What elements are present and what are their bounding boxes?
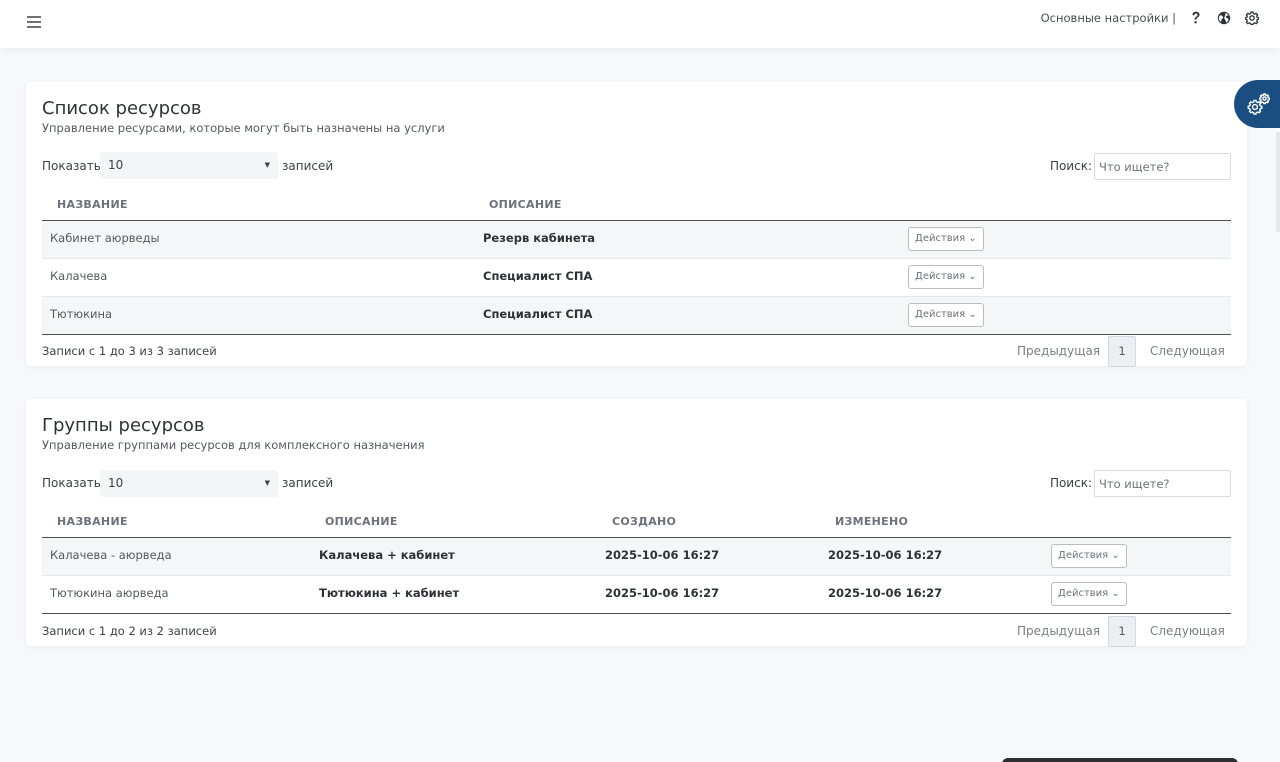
page-length-value: 10	[108, 476, 124, 490]
gears-icon	[1247, 93, 1270, 115]
length-label: Показать	[42, 159, 101, 173]
caret-down-icon: ⌄	[1111, 588, 1120, 599]
column-header-name[interactable]: НАЗВАНИЕ	[57, 198, 128, 211]
actions-dropdown-button[interactable]: Действия ⌄	[1051, 544, 1127, 568]
row-description: Специалист СПА	[483, 269, 593, 283]
globe-icon[interactable]	[1216, 10, 1232, 26]
groups-title: Группы ресурсов	[42, 415, 205, 436]
row-modified: 2025-10-06 16:27	[828, 586, 943, 600]
table-row: Тютюкина аюрведа Тютюкина + кабинет 2025…	[42, 576, 1231, 614]
chevron-down-icon: ▼	[264, 479, 270, 487]
search-input[interactable]	[1094, 153, 1231, 180]
actions-label: Действия	[1058, 550, 1109, 561]
row-description: Калачева + кабинет	[319, 548, 455, 562]
actions-label: Действия	[915, 233, 966, 244]
actions-dropdown-button[interactable]: Действия ⌄	[908, 265, 984, 289]
table-row: Калачева Специалист СПА Действия ⌄	[42, 259, 1231, 297]
row-name: Калачева - аюрведа	[50, 548, 172, 562]
bottom-toolbar-edge	[1002, 758, 1238, 762]
pagination-previous[interactable]: Предыдущая	[1017, 344, 1100, 358]
row-description: Резерв кабинета	[483, 231, 596, 245]
actions-dropdown-button[interactable]: Действия ⌄	[908, 303, 984, 327]
actions-label: Действия	[1058, 588, 1109, 599]
pagination-previous[interactable]: Предыдущая	[1017, 624, 1100, 638]
row-name: Калачева	[50, 269, 108, 283]
actions-dropdown-button[interactable]: Действия ⌄	[1051, 582, 1127, 606]
side-panel-edge	[1276, 132, 1280, 232]
row-created: 2025-10-06 16:27	[605, 548, 720, 562]
pagination-next[interactable]: Следующая	[1150, 624, 1225, 638]
column-header-description[interactable]: ОПИСАНИЕ	[489, 198, 562, 211]
resources-title: Список ресурсов	[42, 98, 202, 119]
table-header: НАЗВАНИЕ ОПИСАНИЕ	[42, 185, 1231, 221]
row-name: Тютюкина аюрведа	[50, 586, 169, 600]
column-header-created[interactable]: СОЗДАНО	[612, 515, 676, 528]
table-row: Тютюкина Специалист СПА Действия ⌄	[42, 297, 1231, 335]
table-header: НАЗВАНИЕ ОПИСАНИЕ СОЗДАНО ИЗМЕНЕНО	[42, 502, 1231, 538]
pagination-page[interactable]: 1	[1108, 616, 1136, 647]
resources-card: Список ресурсов Управление ресурсами, ко…	[26, 82, 1247, 367]
page-length-select[interactable]: 10 ▼	[100, 152, 278, 179]
caret-down-icon: ⌄	[1111, 550, 1120, 561]
row-modified: 2025-10-06 16:27	[828, 548, 943, 562]
row-description: Специалист СПА	[483, 307, 593, 321]
actions-dropdown-button[interactable]: Действия ⌄	[908, 227, 984, 251]
length-after-label: записей	[282, 159, 334, 173]
column-header-name[interactable]: НАЗВАНИЕ	[57, 515, 128, 528]
pagination-page[interactable]: 1	[1108, 336, 1136, 367]
resource-groups-card: Группы ресурсов Управление группами ресу…	[26, 399, 1247, 647]
resources-subtitle: Управление ресурсами, которые могут быть…	[42, 121, 445, 135]
search-label: Поиск:	[1049, 159, 1092, 173]
table-row: Калачева - аюрведа Калачева + кабинет 20…	[42, 538, 1231, 576]
page-length-select[interactable]: 10 ▼	[100, 470, 278, 497]
groups-subtitle: Управление группами ресурсов для комплек…	[42, 438, 425, 452]
length-after-label: записей	[282, 476, 334, 490]
search-label: Поиск:	[1049, 476, 1092, 490]
column-header-description[interactable]: ОПИСАНИЕ	[325, 515, 398, 528]
table-info: Записи с 1 до 3 из 3 записей	[42, 344, 217, 358]
column-header-modified[interactable]: ИЗМЕНЕНО	[835, 515, 908, 528]
main-settings-link[interactable]: Основные настройки |	[1041, 11, 1176, 25]
chevron-down-icon: ▼	[264, 161, 270, 169]
help-icon[interactable]	[1188, 10, 1204, 26]
settings-panel-toggle-button[interactable]	[1234, 80, 1280, 128]
caret-down-icon: ⌄	[968, 233, 977, 244]
gear-icon[interactable]	[1244, 10, 1260, 26]
row-name: Тютюкина	[50, 307, 113, 321]
row-name: Кабинет аюрведы	[50, 231, 160, 245]
top-right-controls: Основные настройки |	[1041, 10, 1260, 26]
actions-label: Действия	[915, 309, 966, 320]
page-length-value: 10	[108, 158, 124, 172]
pagination-next[interactable]: Следующая	[1150, 344, 1225, 358]
table-info: Записи с 1 до 2 из 2 записей	[42, 624, 217, 638]
actions-label: Действия	[915, 271, 966, 282]
hamburger-icon[interactable]	[27, 16, 41, 28]
table-row: Кабинет аюрведы Резерв кабинета Действия…	[42, 221, 1231, 259]
row-created: 2025-10-06 16:27	[605, 586, 720, 600]
caret-down-icon: ⌄	[968, 309, 977, 320]
caret-down-icon: ⌄	[968, 271, 977, 282]
top-bar: Основные настройки |	[0, 0, 1280, 48]
search-input[interactable]	[1094, 470, 1231, 497]
length-label: Показать	[42, 476, 101, 490]
row-description: Тютюкина + кабинет	[319, 586, 460, 600]
